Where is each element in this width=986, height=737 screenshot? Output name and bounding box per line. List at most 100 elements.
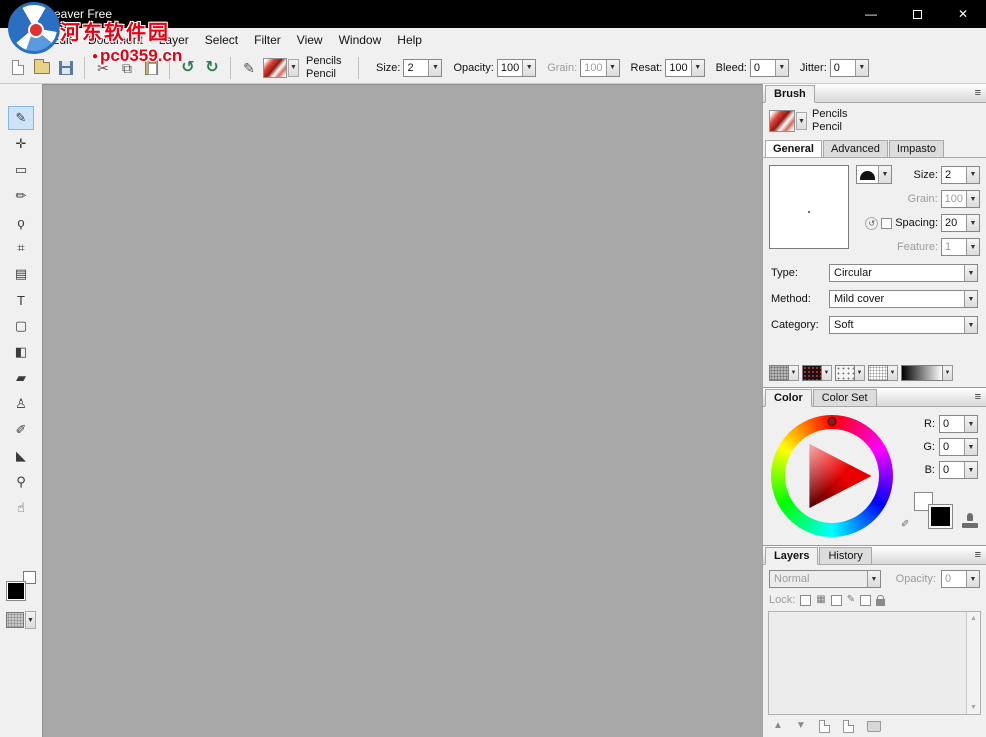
speckle-selector[interactable]: ▼: [835, 365, 865, 381]
layer-list-scrollbar[interactable]: ▲ ▼: [966, 612, 980, 714]
color-panel-menu-icon[interactable]: ≡: [975, 391, 981, 403]
gradient-selector[interactable]: ▼: [901, 365, 953, 381]
dropdown-arrow-icon[interactable]: ▼: [691, 60, 704, 76]
tool-hand[interactable]: ☝: [8, 496, 34, 520]
blue-spinner[interactable]: 0 ▼: [939, 461, 978, 479]
brush-picker-arrow-icon[interactable]: ▼: [288, 59, 299, 77]
open-button[interactable]: [30, 56, 54, 80]
lock-pixels-checkbox[interactable]: [831, 595, 842, 606]
bleed-spinner[interactable]: 0 ▼: [750, 59, 789, 77]
menu-item-file[interactable]: File: [8, 29, 43, 51]
menu-item-window[interactable]: Window: [331, 29, 390, 51]
dropdown-arrow-icon[interactable]: ▼: [878, 166, 891, 183]
tool-lasso[interactable]: ϙ: [8, 210, 34, 234]
dropdown-arrow-icon[interactable]: ▼: [964, 265, 977, 281]
brush-size-spinner[interactable]: 2 ▼: [941, 166, 980, 184]
dot-pattern-selector[interactable]: ▼: [868, 365, 898, 381]
tool-text[interactable]: T: [8, 288, 34, 312]
tool-gradient[interactable]: ◧: [8, 340, 34, 364]
tool-clone-stamp[interactable]: ♙: [8, 392, 34, 416]
tool-brush[interactable]: ✎: [8, 106, 34, 130]
copy-button[interactable]: ⧉: [115, 56, 139, 80]
scroll-up-icon[interactable]: ▲: [970, 612, 977, 625]
tool-pencil[interactable]: ✏: [8, 184, 34, 208]
dropper-icon[interactable]: ✐: [901, 519, 909, 530]
tab-impasto[interactable]: Impasto: [889, 140, 944, 157]
close-button[interactable]: ✕: [940, 0, 986, 28]
new-document-button[interactable]: [6, 56, 30, 80]
dropdown-arrow-icon[interactable]: ▼: [966, 215, 979, 231]
category-dropdown[interactable]: Soft ▼: [829, 316, 978, 334]
pattern-selector[interactable]: ▼: [6, 611, 36, 629]
paste-button[interactable]: [139, 56, 163, 80]
scroll-down-icon[interactable]: ▼: [970, 701, 977, 714]
cut-button[interactable]: ✂: [91, 56, 115, 80]
tool-rect-select[interactable]: ▭: [8, 158, 34, 182]
tab-color[interactable]: Color: [765, 389, 812, 407]
dropdown-arrow-icon[interactable]: ▼: [964, 317, 977, 333]
foreground-color-swatch[interactable]: [6, 581, 26, 601]
dropdown-arrow-icon[interactable]: ▼: [966, 167, 979, 183]
color-set-stamp-icon[interactable]: [962, 513, 978, 528]
method-dropdown[interactable]: Mild cover ▼: [829, 290, 978, 308]
move-layer-down-icon[interactable]: ▼: [796, 721, 806, 731]
dropdown-arrow-icon[interactable]: ▼: [964, 291, 977, 307]
dab-shape-dropdown[interactable]: ▼: [856, 165, 892, 184]
dropdown-arrow-icon[interactable]: ▼: [964, 416, 977, 432]
flatten-layers-icon[interactable]: [867, 721, 881, 732]
tab-advanced[interactable]: Advanced: [823, 140, 888, 157]
brush-select-arrow-icon[interactable]: ▼: [796, 112, 807, 130]
lock-all-checkbox[interactable]: [860, 595, 871, 606]
brush-preview[interactable]: ▼: [263, 58, 299, 78]
menu-item-filter[interactable]: Filter: [246, 29, 289, 51]
move-layer-up-icon[interactable]: ▲: [773, 721, 783, 731]
duplicate-layer-icon[interactable]: [843, 720, 854, 733]
tool-shape[interactable]: ▢: [8, 314, 34, 338]
tool-zoom[interactable]: ⚲: [8, 470, 34, 494]
tool-crop[interactable]: ⌗: [8, 236, 34, 260]
redo-button[interactable]: ↻: [200, 56, 224, 80]
dropdown-arrow-icon[interactable]: ▼: [428, 60, 441, 76]
menu-item-layer[interactable]: Layer: [151, 29, 197, 51]
menu-item-help[interactable]: Help: [389, 29, 430, 51]
color-wheel[interactable]: [771, 415, 893, 537]
dropdown-arrow-icon[interactable]: ▼: [964, 462, 977, 478]
dropdown-arrow-icon[interactable]: ▼: [888, 365, 898, 381]
tool-color-picker[interactable]: ✐: [8, 418, 34, 442]
tool-eraser[interactable]: ▰: [8, 366, 34, 390]
menu-item-select[interactable]: Select: [197, 29, 246, 51]
size-spinner[interactable]: 2 ▼: [403, 59, 442, 77]
red-spinner[interactable]: 0 ▼: [939, 415, 978, 433]
maximize-button[interactable]: [894, 0, 940, 28]
opacity-spinner[interactable]: 100 ▼: [497, 59, 536, 77]
green-spinner[interactable]: 0 ▼: [939, 438, 978, 456]
canvas-workspace[interactable]: [42, 84, 762, 737]
dropdown-arrow-icon[interactable]: ▼: [855, 60, 868, 76]
tool-paint-bucket[interactable]: ◣: [8, 444, 34, 468]
tab-history[interactable]: History: [819, 547, 871, 565]
spacing-cycle-icon[interactable]: ↺: [865, 217, 878, 230]
pattern-arrow-icon[interactable]: ▼: [25, 611, 36, 629]
save-button[interactable]: [54, 56, 78, 80]
dropdown-arrow-icon[interactable]: ▼: [522, 60, 535, 76]
hue-marker[interactable]: [828, 417, 837, 426]
new-layer-icon[interactable]: [819, 720, 830, 733]
dropdown-arrow-icon[interactable]: ▼: [822, 365, 832, 381]
paper-texture-selector[interactable]: ▼: [769, 365, 799, 381]
brush-panel-menu-icon[interactable]: ≡: [975, 87, 981, 99]
menu-item-edit[interactable]: Edit: [43, 29, 80, 51]
tab-layers[interactable]: Layers: [765, 547, 818, 565]
spacing-checkbox[interactable]: [881, 218, 892, 229]
layer-list[interactable]: ▲ ▼: [768, 611, 981, 715]
menu-item-document[interactable]: Document: [80, 29, 151, 51]
dropdown-arrow-icon[interactable]: ▼: [943, 365, 953, 381]
brush-panel-tab[interactable]: Brush: [765, 85, 815, 103]
current-tool-button[interactable]: ✎: [237, 56, 261, 80]
layers-panel-menu-icon[interactable]: ≡: [975, 549, 981, 561]
foreground-color-swatch[interactable]: [929, 505, 952, 528]
dropdown-arrow-icon[interactable]: ▼: [789, 365, 799, 381]
dropdown-arrow-icon[interactable]: ▼: [964, 439, 977, 455]
tool-paint-roller[interactable]: ▤: [8, 262, 34, 286]
menu-item-view[interactable]: View: [289, 29, 331, 51]
minimize-button[interactable]: —: [848, 0, 894, 28]
